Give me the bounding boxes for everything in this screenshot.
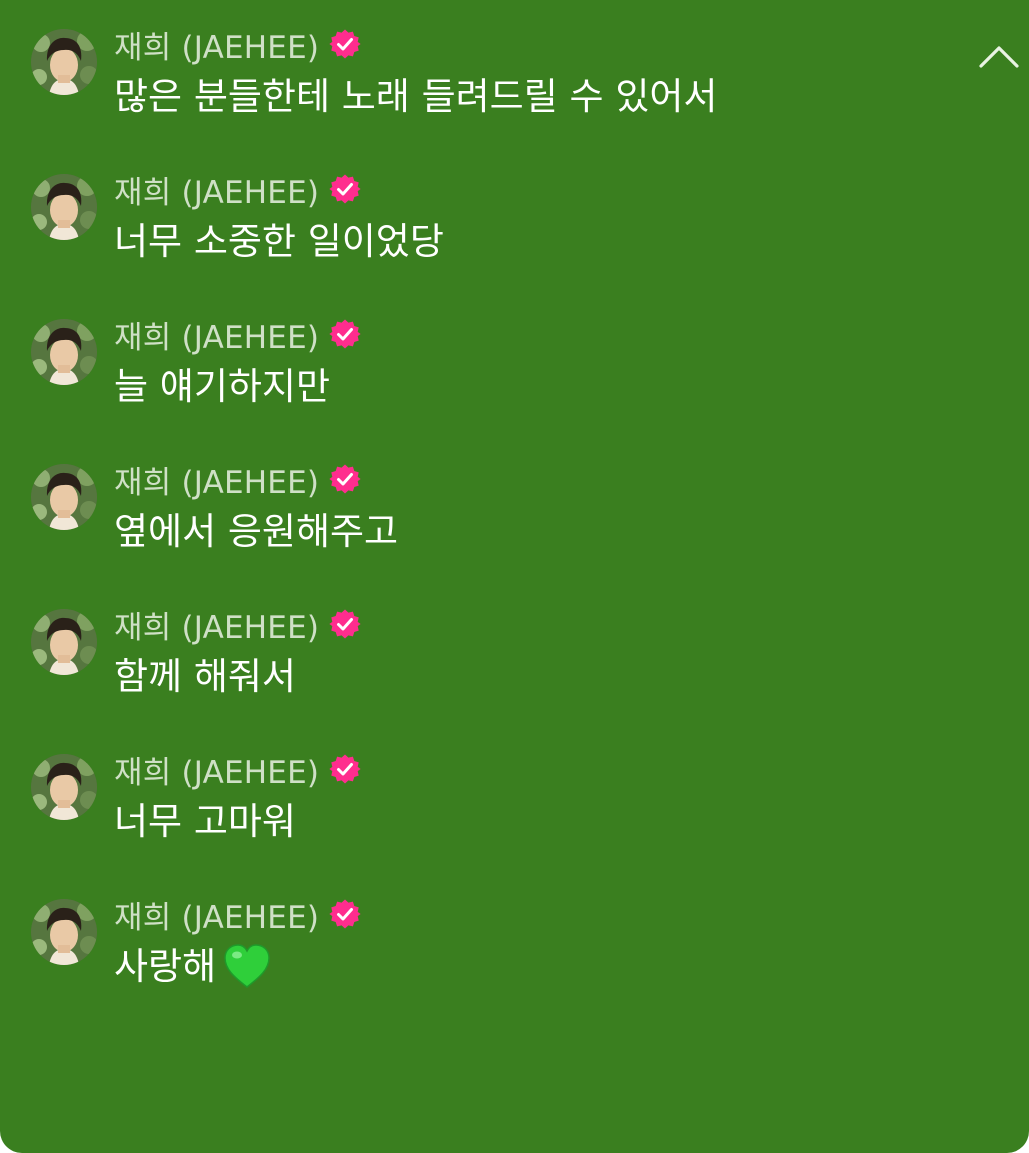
message-text: 늘 얘기하지만: [114, 363, 330, 411]
chat-message: 재희 (JAEHEE) 늘 얘기하지만: [0, 314, 1029, 459]
verified-badge-icon: [329, 463, 361, 495]
username[interactable]: 재희 (JAEHEE): [114, 167, 319, 212]
avatar[interactable]: [31, 319, 97, 385]
chat-message-list[interactable]: 재희 (JAEHEE) 그래도 이번 기회에: [0, 0, 1029, 1039]
verified-badge-icon: [329, 318, 361, 350]
message-text: 함께 해줘서: [114, 653, 296, 701]
message-header: 재희 (JAEHEE): [114, 167, 361, 212]
message-body: 함께 해줘서: [114, 655, 296, 698]
message-text: 옆에서 응원해주고: [114, 508, 398, 556]
chat-message: 재희 (JAEHEE) 함께 해줘서: [0, 604, 1029, 749]
message-text: 사랑해: [114, 943, 272, 991]
message-header: 재희 (JAEHEE): [114, 602, 361, 647]
message-header: 재희 (JAEHEE): [114, 457, 361, 502]
message-text: 너무 소중한 일이었당: [114, 218, 444, 266]
message-header: 재희 (JAEHEE): [114, 892, 361, 937]
avatar[interactable]: [31, 754, 97, 820]
collapse-button[interactable]: [969, 26, 1029, 86]
message-header: 재희 (JAEHEE): [114, 312, 361, 357]
message-text: 많은 분들한테 노래 들려드릴 수 있어서: [114, 73, 717, 121]
verified-badge-icon: [329, 753, 361, 785]
verified-badge-icon: [329, 898, 361, 930]
message-body: 너무 고마워: [114, 800, 296, 843]
green-heart-icon: [222, 942, 272, 990]
username[interactable]: 재희 (JAEHEE): [114, 457, 319, 502]
live-chat-panel: 재희 (JAEHEE) 그래도 이번 기회에: [0, 0, 1029, 1153]
chat-message: 재희 (JAEHEE) 사랑해: [0, 894, 1029, 1039]
message-header: 재희 (JAEHEE): [114, 747, 361, 792]
verified-badge-icon: [329, 608, 361, 640]
avatar[interactable]: [31, 29, 97, 95]
avatar[interactable]: [31, 899, 97, 965]
username[interactable]: 재희 (JAEHEE): [114, 312, 319, 357]
avatar[interactable]: [31, 609, 97, 675]
chat-message: 재희 (JAEHEE) 너무 고마워: [0, 749, 1029, 894]
message-body: 옆에서 응원해주고: [114, 510, 399, 553]
chat-message: 재희 (JAEHEE) 많은 분들한테 노래 들려드릴 수 있어서: [0, 24, 1029, 169]
avatar[interactable]: [31, 174, 97, 240]
message-body: 많은 분들한테 노래 들려드릴 수 있어서: [114, 75, 718, 118]
username[interactable]: 재희 (JAEHEE): [114, 892, 319, 937]
username[interactable]: 재희 (JAEHEE): [114, 747, 319, 792]
message-header: 재희 (JAEHEE): [114, 22, 361, 67]
username[interactable]: 재희 (JAEHEE): [114, 602, 319, 647]
message-body: 사랑해: [114, 945, 217, 988]
message-body: 늘 얘기하지만: [114, 365, 331, 408]
verified-badge-icon: [329, 28, 361, 60]
chat-message: 재희 (JAEHEE) 그래도 이번 기회에: [0, 0, 1029, 24]
message-body: 너무 소중한 일이었당: [114, 220, 444, 263]
username[interactable]: 재희 (JAEHEE): [114, 22, 319, 67]
avatar[interactable]: [31, 464, 97, 530]
verified-badge-icon: [329, 173, 361, 205]
chat-message: 재희 (JAEHEE) 옆에서 응원해주고: [0, 459, 1029, 604]
chat-message: 재희 (JAEHEE) 너무 소중한 일이었당: [0, 169, 1029, 314]
message-text: 너무 고마워: [114, 798, 296, 846]
chevron-up-icon: [978, 43, 1020, 69]
